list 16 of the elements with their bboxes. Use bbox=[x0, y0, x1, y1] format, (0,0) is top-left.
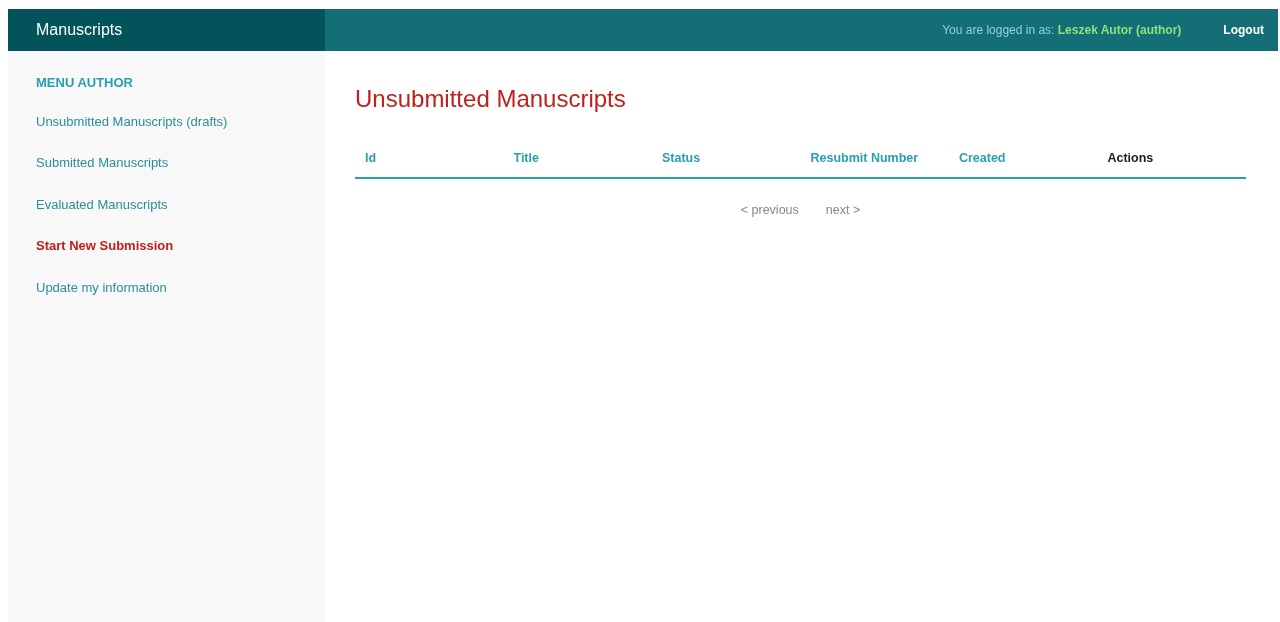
page-title: Unsubmitted Manuscripts bbox=[355, 85, 627, 114]
column-header[interactable]: Status bbox=[651, 148, 801, 178]
sidebar-item[interactable]: Unsubmitted Manuscripts (drafts) bbox=[36, 111, 297, 131]
brand-title[interactable]: Manuscripts bbox=[36, 18, 123, 42]
logout-link[interactable]: Logout bbox=[1223, 21, 1264, 39]
column-header: Actions bbox=[1097, 148, 1246, 178]
column-header[interactable]: Title bbox=[503, 148, 652, 178]
sidebar-heading: MENU AUTHOR bbox=[36, 74, 134, 92]
column-header[interactable]: Resubmit Number bbox=[800, 148, 949, 178]
sidebar-item[interactable]: Update my information bbox=[36, 277, 297, 297]
sidebar-item[interactable]: Start New Submission bbox=[36, 236, 297, 256]
sidebar-item[interactable]: Submitted Manuscripts bbox=[36, 153, 297, 173]
column-header[interactable]: Created bbox=[948, 148, 1098, 178]
logged-in-text: You are logged in as: Leszek Autor (author) bbox=[942, 22, 1182, 39]
sidebar-item[interactable]: Evaluated Manuscripts bbox=[36, 194, 297, 214]
column-header[interactable]: Id bbox=[355, 148, 504, 178]
